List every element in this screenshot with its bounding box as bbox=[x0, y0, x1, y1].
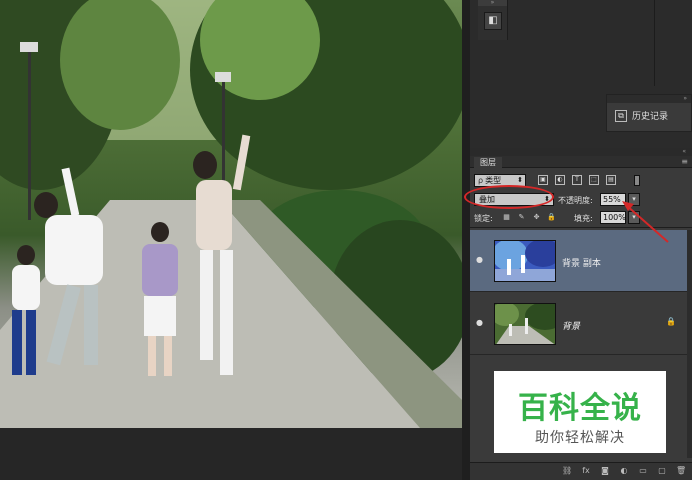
search-icon: ρ bbox=[478, 176, 484, 185]
history-icon: ⧉ bbox=[615, 109, 627, 122]
watermark-subtitle: 助你轻松解决 bbox=[535, 430, 625, 446]
filter-smart-object-icon[interactable]: ▤ bbox=[606, 175, 616, 185]
eye-icon[interactable]: ● bbox=[476, 319, 486, 327]
canvas-pasteboard bbox=[0, 428, 462, 480]
collapse-bar[interactable]: » bbox=[478, 0, 507, 6]
layer-thumbnail bbox=[494, 303, 556, 345]
tab-layers[interactable]: 图层 bbox=[474, 157, 502, 168]
delete-layer-icon[interactable]: 🗑 bbox=[676, 466, 686, 476]
lock-icon: 🔒 bbox=[666, 317, 676, 326]
lock-icons: ▦ ✎ ✥ 🔒 bbox=[502, 213, 556, 222]
annotation-ellipse bbox=[464, 185, 554, 209]
filter-pixel-icon[interactable]: ▣ bbox=[538, 175, 548, 185]
lock-position-icon[interactable]: ✥ bbox=[532, 213, 541, 222]
lock-paint-icon[interactable]: ✎ bbox=[517, 213, 526, 222]
lock-row: 锁定: ▦ ✎ ✥ 🔒 填充: 100% ▾ bbox=[470, 210, 692, 228]
layer-thumbnail bbox=[494, 240, 556, 282]
layer-row-background[interactable]: ● 背景 🔒 bbox=[470, 293, 687, 355]
add-mask-icon[interactable]: ◙ bbox=[600, 466, 610, 476]
fill-slider-button[interactable]: ▾ bbox=[628, 211, 640, 224]
eye-icon[interactable]: ● bbox=[476, 256, 486, 264]
layer-name: 背景 副本 bbox=[562, 259, 601, 269]
collapsed-panel-column: » ◧ bbox=[478, 0, 508, 40]
opacity-label: 不透明度: bbox=[558, 196, 593, 205]
history-collapse-bar[interactable]: » bbox=[607, 95, 691, 103]
history-button[interactable]: ⧉ 历史记录 bbox=[607, 103, 691, 128]
lock-all-icon[interactable]: 🔒 bbox=[547, 213, 556, 222]
watermark: 百科全说 助你轻松解决 bbox=[494, 371, 666, 453]
panel-menu-icon[interactable]: ≡ bbox=[681, 158, 688, 166]
filter-adjustment-icon[interactable]: ◐ bbox=[555, 175, 565, 185]
layer-action-icons: ⛓ fx ◙ ◐ ▭ ▢ 🗑 bbox=[562, 466, 686, 476]
panel-divider[interactable] bbox=[462, 0, 470, 480]
opacity-input[interactable]: 55% bbox=[600, 193, 626, 206]
layers-scrollbar[interactable] bbox=[687, 230, 692, 458]
canvas-photo bbox=[0, 0, 462, 428]
layers-collapse-bar[interactable]: « bbox=[470, 148, 692, 156]
filter-kind-label: 类型 bbox=[485, 176, 502, 185]
lock-label: 锁定: bbox=[474, 214, 493, 223]
watermark-title: 百科全说 bbox=[518, 391, 642, 426]
layers-bottom-bar: ⛓ fx ◙ ◐ ▭ ▢ 🗑 bbox=[470, 462, 692, 480]
link-layers-icon[interactable]: ⛓ bbox=[562, 466, 572, 476]
lock-transparent-icon[interactable]: ▦ bbox=[502, 213, 511, 222]
layer-comps-icon[interactable]: ◧ bbox=[484, 12, 502, 30]
layer-name: 背景 bbox=[562, 322, 581, 332]
document-canvas[interactable] bbox=[0, 0, 462, 428]
layer-style-icon[interactable]: fx bbox=[581, 466, 591, 476]
fill-input[interactable]: 100% bbox=[600, 211, 626, 224]
layer-row-background-copy[interactable]: ● 背景 副本 bbox=[470, 230, 687, 292]
filter-shape-icon[interactable]: ⬚ bbox=[589, 175, 599, 185]
history-label: 历史记录 bbox=[632, 112, 669, 122]
new-layer-icon[interactable]: ▢ bbox=[657, 466, 667, 476]
history-panel-collapsed: » ⧉ 历史记录 bbox=[606, 94, 692, 132]
filter-toggle[interactable] bbox=[634, 175, 640, 186]
layers-tab-bar: 图层 ≡ bbox=[470, 156, 692, 168]
adjustment-layer-icon[interactable]: ◐ bbox=[619, 466, 629, 476]
opacity-slider-button[interactable]: ▾ bbox=[628, 193, 640, 206]
filter-type-icon[interactable]: T bbox=[572, 175, 582, 185]
dock-separator bbox=[654, 0, 655, 86]
fill-label: 填充: bbox=[574, 214, 593, 223]
new-group-icon[interactable]: ▭ bbox=[638, 466, 648, 476]
filter-icons: ▣ ◐ T ⬚ ▤ bbox=[538, 175, 616, 185]
